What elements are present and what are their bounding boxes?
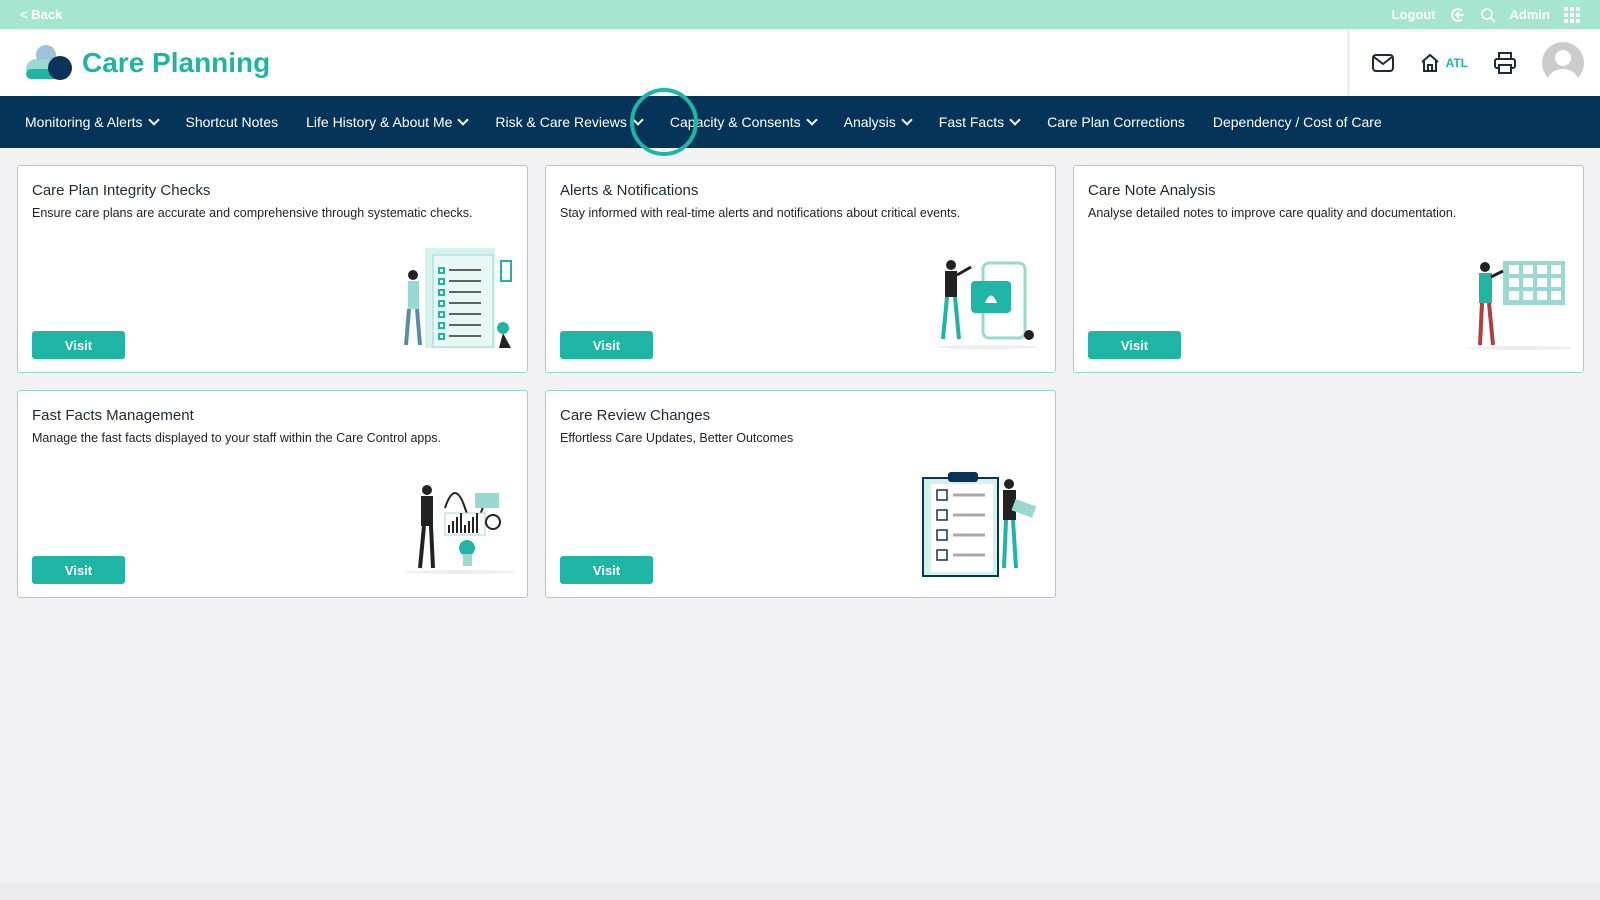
nav-item-dependency-cost-of-care[interactable]: Dependency / Cost of Care bbox=[1213, 114, 1382, 130]
care-planning-logo-icon bbox=[26, 44, 72, 80]
nav-item-label: Life History & About Me bbox=[306, 114, 453, 130]
card-fast-facts-management: Fast Facts Management Manage the fast fac… bbox=[17, 390, 528, 598]
location-code: ATL bbox=[1445, 55, 1468, 70]
chevron-down-icon bbox=[805, 114, 818, 126]
card-title: Care Plan Integrity Checks bbox=[32, 182, 211, 199]
back-link[interactable]: < Back bbox=[20, 7, 62, 22]
card-title: Care Note Analysis bbox=[1088, 182, 1216, 199]
card-illustration-icon bbox=[933, 253, 1043, 358]
main-nav: Monitoring & Alerts Shortcut Notes Life Hi… bbox=[0, 88, 1600, 156]
chevron-down-icon bbox=[1009, 114, 1021, 126]
nav-item-analysis[interactable]: Analysis bbox=[843, 114, 913, 130]
card-description: Stay informed with real-time alerts and … bbox=[560, 206, 961, 220]
card-description: Manage the fast facts displayed to your … bbox=[32, 431, 442, 445]
visit-button[interactable]: Visit bbox=[32, 556, 125, 584]
nav-item-label: Monitoring & Alerts bbox=[25, 114, 143, 130]
card-care-note-analysis: Care Note Analysis Analyse detailed notes… bbox=[1073, 165, 1584, 373]
home-icon[interactable] bbox=[1420, 53, 1440, 73]
visit-button[interactable]: Visit bbox=[32, 331, 125, 359]
card-grid: Care Plan Integrity Checks Ensure care pl… bbox=[17, 165, 1584, 598]
visit-button[interactable]: Visit bbox=[560, 556, 653, 584]
card-illustration-icon bbox=[1461, 253, 1576, 358]
card-illustration-icon bbox=[395, 243, 515, 358]
chevron-down-icon bbox=[901, 114, 913, 126]
header: Care Planning ATL bbox=[0, 29, 1600, 96]
chevron-down-icon bbox=[147, 114, 160, 126]
card-title: Care Review Changes bbox=[560, 407, 711, 424]
logout-icon[interactable] bbox=[1450, 7, 1466, 23]
page-title: Care Planning bbox=[82, 46, 271, 78]
card-care-plan-integrity-checks: Care Plan Integrity Checks Ensure care pl… bbox=[17, 165, 528, 373]
print-icon[interactable] bbox=[1494, 51, 1516, 74]
chevron-down-icon bbox=[457, 114, 470, 126]
card-alerts-notifications: Alerts & Notifications Stay informed with… bbox=[545, 165, 1056, 373]
footer-bar bbox=[0, 882, 1600, 900]
card-care-review-changes: Care Review Changes Effortless Care Updat… bbox=[545, 390, 1056, 598]
logout-link[interactable]: Logout bbox=[1392, 7, 1436, 22]
user-avatar[interactable] bbox=[1542, 41, 1584, 84]
nav-item-risk-care-reviews[interactable]: Risk & Care Reviews bbox=[495, 114, 644, 130]
nav-item-label: Fast Facts bbox=[938, 114, 1005, 130]
nav-item-label: Dependency / Cost of Care bbox=[1212, 114, 1382, 130]
nav-item-label: Risk & Care Reviews bbox=[495, 114, 627, 130]
nav-item-monitoring-alerts[interactable]: Monitoring & Alerts bbox=[25, 114, 160, 130]
nav-item-care-plan-corrections[interactable]: Care Plan Corrections bbox=[1047, 114, 1185, 130]
card-title: Fast Facts Management bbox=[32, 407, 194, 424]
card-title: Alerts & Notifications bbox=[560, 182, 699, 199]
cursor-highlight bbox=[630, 88, 698, 156]
card-description: Analyse detailed notes to improve care q… bbox=[1088, 206, 1457, 220]
apps-grid-icon[interactable] bbox=[1564, 6, 1580, 23]
nav-item-label: Shortcut Notes bbox=[185, 114, 279, 130]
visit-button[interactable]: Visit bbox=[1088, 331, 1181, 359]
home-location[interactable]: ATL bbox=[1420, 53, 1468, 73]
card-illustration-icon bbox=[913, 468, 1043, 583]
card-description: Effortless Care Updates, Better Outcomes bbox=[560, 431, 794, 445]
visit-button[interactable]: Visit bbox=[560, 331, 653, 359]
nav-item-label: Analysis bbox=[843, 114, 896, 130]
card-description: Ensure care plans are accurate and compr… bbox=[32, 206, 473, 220]
search-icon[interactable] bbox=[1480, 7, 1496, 23]
nav-item-fast-facts[interactable]: Fast Facts bbox=[938, 114, 1021, 130]
nav-item-life-history-about-me[interactable]: Life History & About Me bbox=[306, 114, 470, 130]
nav-item-label: Care Plan Corrections bbox=[1047, 114, 1185, 130]
admin-link[interactable]: Admin bbox=[1510, 7, 1550, 22]
mail-icon[interactable] bbox=[1371, 53, 1394, 72]
card-illustration-icon bbox=[405, 478, 515, 583]
nav-item-shortcut-notes[interactable]: Shortcut Notes bbox=[186, 114, 279, 130]
top-bar: < Back Logout Admin bbox=[0, 0, 1600, 29]
